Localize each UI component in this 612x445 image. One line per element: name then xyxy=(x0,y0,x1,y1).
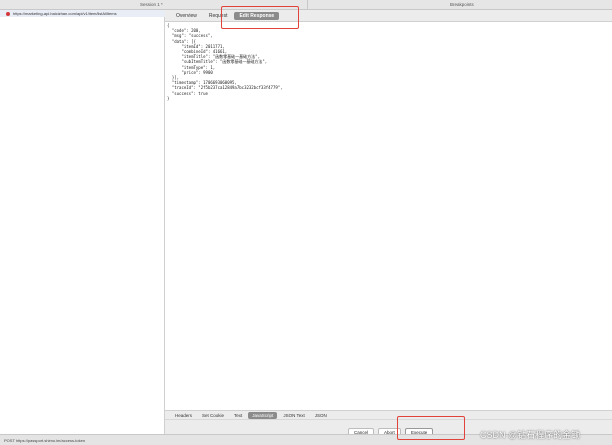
highlight-execute xyxy=(397,416,465,440)
request-url: https://marketing-api.baicizhan.com/api/… xyxy=(13,11,117,16)
title-divider xyxy=(307,0,308,10)
response-json-editor[interactable]: { "code": 200, "msg": "success", "data":… xyxy=(167,23,467,101)
status-text: POST https://passport.shimo.im/access-to… xyxy=(4,437,86,443)
highlight-edit-response xyxy=(221,6,299,29)
breakpoint-icon xyxy=(6,11,10,16)
tab-set-cookie[interactable]: Set Cookie xyxy=(198,412,228,419)
breakpoint-editor-pane: Overview Request Edit Response { "code":… xyxy=(165,10,612,444)
watermark: CSDN @钻石程序的金锄 xyxy=(480,430,581,440)
tab-javascript[interactable]: JavaScript xyxy=(248,411,278,419)
tab-json[interactable]: JSON xyxy=(311,412,331,419)
tab-overview[interactable]: Overview xyxy=(171,12,202,20)
session-title: Session 1 * xyxy=(140,2,163,7)
breakpoints-title: Breakpoints xyxy=(450,2,474,7)
tab-text[interactable]: Text xyxy=(230,412,246,419)
tab-headers[interactable]: Headers xyxy=(171,412,196,419)
breakpoint-request-row[interactable]: https://marketing-api.baicizhan.com/api/… xyxy=(0,10,165,17)
window-title-bar: Session 1 * Breakpoints xyxy=(0,0,612,10)
response-view-tabs: Headers Set Cookie Text JavaScript JSON … xyxy=(165,410,612,419)
tab-json-text[interactable]: JSON Text xyxy=(279,412,308,419)
request-list-pane: https://marketing-api.baicizhan.com/api/… xyxy=(0,10,165,434)
code-line: } xyxy=(167,95,170,101)
